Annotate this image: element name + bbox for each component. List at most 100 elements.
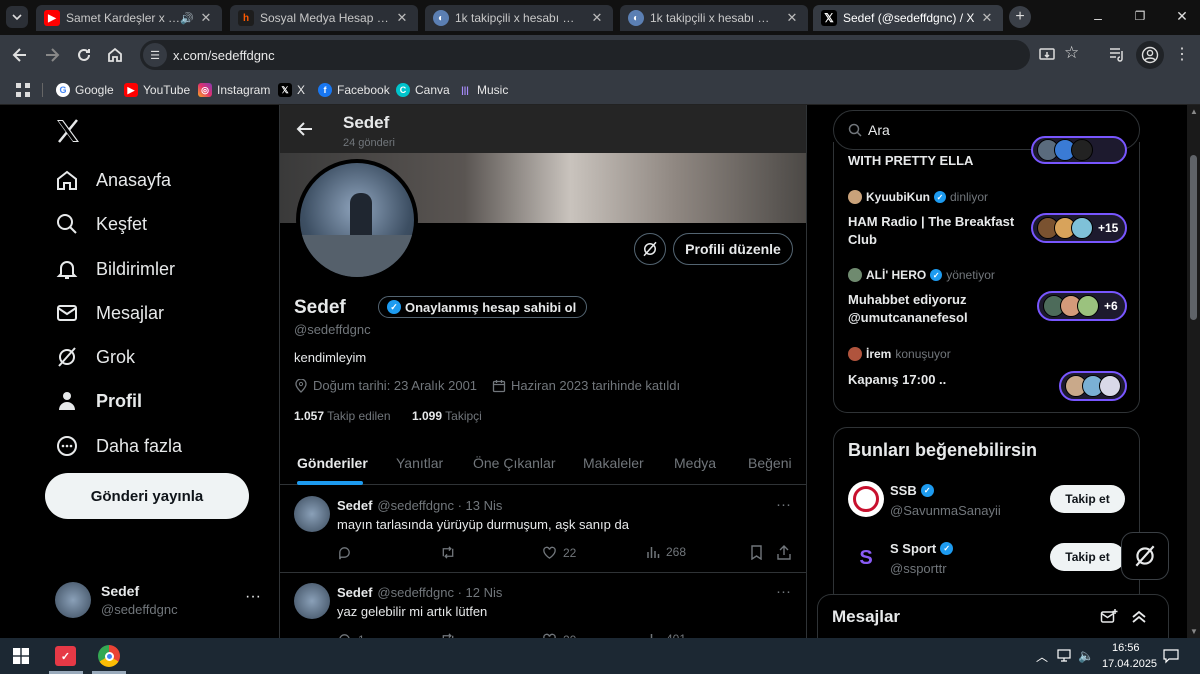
install-app-icon[interactable] [1038, 46, 1056, 64]
bookmark-star-icon[interactable]: ☆ [1064, 43, 1084, 63]
browser-tab[interactable]: h Sosyal Medya Hesap Satış Pl... ✕ [230, 5, 418, 31]
follow-button[interactable]: Takip et [1050, 543, 1125, 571]
tray-chevron-icon[interactable]: ︿ [1036, 648, 1048, 665]
post-more-icon[interactable]: ··· [776, 583, 791, 600]
grok-button[interactable] [634, 233, 666, 265]
media-control-icon[interactable] [1108, 45, 1126, 63]
bookmark-x[interactable]: 𝕏X [278, 80, 305, 100]
bookmark-google[interactable]: G Google [56, 80, 114, 100]
close-window-button[interactable]: ✕ [1172, 8, 1192, 24]
volume-icon[interactable]: 🔈 [1078, 648, 1094, 664]
x-logo-icon[interactable] [55, 118, 81, 144]
nav-home[interactable]: Anasayfa [55, 168, 171, 192]
close-tab-icon[interactable]: ✕ [589, 10, 605, 26]
address-bar[interactable]: ☰ x.com/sedeffdgnc [140, 40, 1030, 70]
tab-articles[interactable]: Makaleler [583, 441, 644, 471]
instagram-icon: ◎ [198, 83, 212, 97]
post[interactable]: Sedef @sedeffdgnc · 13 Nis ··· mayın tar… [280, 486, 806, 573]
tab-search-button[interactable] [6, 6, 28, 28]
follow-button[interactable]: Takip et [1050, 485, 1125, 513]
tab-posts[interactable]: Gönderiler [297, 441, 368, 485]
like-button[interactable]: 22 [542, 545, 576, 560]
space-title[interactable]: Kapanış 17:00 .. [848, 371, 946, 389]
chrome-icon[interactable] [98, 645, 120, 667]
views-button[interactable]: 268 [646, 545, 686, 559]
close-tab-icon[interactable]: ✕ [394, 10, 410, 26]
following-link[interactable]: 1.057 Takip edilen [294, 409, 391, 423]
browser-tab[interactable]: ◐ 1k takipçili x hesabı ✅ - 37... ✕ [620, 5, 808, 31]
bookmark-youtube[interactable]: ▶ YouTube [124, 80, 190, 100]
nav-grok[interactable]: Grok [55, 345, 135, 369]
app-icon-red[interactable]: ✓ [55, 646, 76, 666]
post[interactable]: Sedef @sedeffdgnc · 12 Nis ··· yaz geleb… [280, 573, 806, 638]
browser-tab-active[interactable]: 𝕏 Sedef (@sedeffdgnc) / X ✕ [813, 5, 1003, 31]
tab-replies[interactable]: Yanıtlar [396, 441, 443, 471]
network-icon[interactable] [1057, 649, 1073, 663]
nav-explore[interactable]: Keşfet [55, 212, 147, 236]
site-info-icon[interactable]: ☰ [143, 43, 167, 67]
notification-center-icon[interactable] [1163, 648, 1179, 664]
space-listeners-pill[interactable]: +15 [1031, 213, 1127, 243]
reply-button[interactable] [337, 545, 352, 560]
edit-profile-button[interactable]: Profili düzenle [673, 233, 793, 265]
browser-tab[interactable]: ▶ Samet Kardeşler x Sıla Ş... 🔊 ✕ [36, 5, 222, 31]
expand-up-icon[interactable] [1130, 608, 1148, 626]
nav-notifications[interactable]: Bildirimler [55, 257, 175, 281]
forward-button[interactable] [42, 45, 62, 65]
space-listeners-pill[interactable]: +6 [1037, 291, 1127, 321]
followers-link[interactable]: 1.099 Takipçi [412, 409, 482, 423]
restore-button[interactable]: ❐ [1130, 9, 1150, 25]
nav-label: Profil [96, 390, 143, 411]
back-arrow-icon[interactable] [295, 119, 315, 139]
bookmark-canva[interactable]: C Canva [396, 80, 450, 100]
post-button[interactable]: Gönderi yayınla [45, 473, 249, 519]
scrollbar[interactable]: ▲ ▼ [1187, 105, 1200, 638]
get-verified-button[interactable]: ✓ Onaylanmış hesap sahibi ol [378, 296, 588, 318]
space-listeners-pill[interactable] [1031, 136, 1127, 164]
reload-button[interactable] [74, 45, 94, 65]
new-message-icon[interactable] [1100, 608, 1118, 626]
nav-more[interactable]: Daha fazla [55, 434, 182, 458]
clock-date[interactable]: 17.04.2025 [1102, 658, 1157, 670]
bookmark-facebook[interactable]: f Facebook [318, 80, 390, 100]
back-button[interactable] [10, 45, 30, 65]
close-tab-icon[interactable]: ✕ [198, 10, 214, 26]
reply-icon [339, 547, 350, 560]
share-button[interactable] [777, 545, 791, 560]
suggestion-name-row[interactable]: S Sport ✓ [890, 541, 954, 556]
repost-button[interactable] [440, 545, 456, 560]
minimize-button[interactable]: – [1088, 10, 1108, 26]
space-title[interactable]: Muhabbet ediyoruz @umutcananefesol [848, 291, 1038, 327]
new-tab-button[interactable]: + [1009, 6, 1031, 28]
account-switcher[interactable]: Sedef @sedeffdgnc ··· [55, 580, 265, 620]
tab-media[interactable]: Medya [674, 441, 716, 471]
windows-taskbar: ✓ ︿ 🔈 16:56 17.04.2025 [0, 638, 1200, 674]
tab-likes[interactable]: Beğeni [748, 441, 792, 471]
close-tab-icon[interactable]: ✕ [784, 10, 800, 26]
nav-messages[interactable]: Mesajlar [55, 301, 164, 325]
profile-avatar[interactable] [296, 159, 418, 281]
messages-drawer[interactable]: Mesajlar [817, 594, 1169, 638]
browser-menu-icon[interactable]: ⋮ [1174, 45, 1190, 65]
apps-icon[interactable] [16, 80, 30, 100]
bookmark-instagram[interactable]: ◎ Instagram [198, 80, 270, 100]
nav-profile[interactable]: Profil [55, 389, 142, 413]
home-button[interactable] [105, 45, 125, 65]
browser-tab[interactable]: ◐ 1k takipçili x hesabı ✅ - 37... ✕ [425, 5, 613, 31]
account-name: Sedef [101, 583, 140, 599]
bookmark-music[interactable]: ||| Music [458, 80, 508, 100]
suggestion-name-row[interactable]: SSB ✓ [890, 483, 934, 498]
profile-avatar-icon[interactable] [1136, 41, 1164, 69]
windows-start-icon[interactable] [13, 648, 29, 664]
bookmark-button[interactable] [750, 545, 763, 560]
grok-floating-button[interactable] [1121, 532, 1169, 580]
post-more-icon[interactable]: ··· [776, 496, 791, 513]
space-title[interactable]: WITH PRETTY ELLA [848, 152, 973, 170]
space-title[interactable]: HAM Radio | The Breakfast Club [848, 213, 1028, 249]
tab-highlights[interactable]: Öne Çıkanlar [473, 441, 555, 471]
views-bar-icon [647, 547, 660, 558]
clock-time[interactable]: 16:56 [1112, 642, 1140, 654]
space-listeners-pill[interactable] [1059, 371, 1127, 401]
nav-label: Grok [96, 346, 136, 367]
close-tab-icon[interactable]: ✕ [979, 10, 995, 26]
